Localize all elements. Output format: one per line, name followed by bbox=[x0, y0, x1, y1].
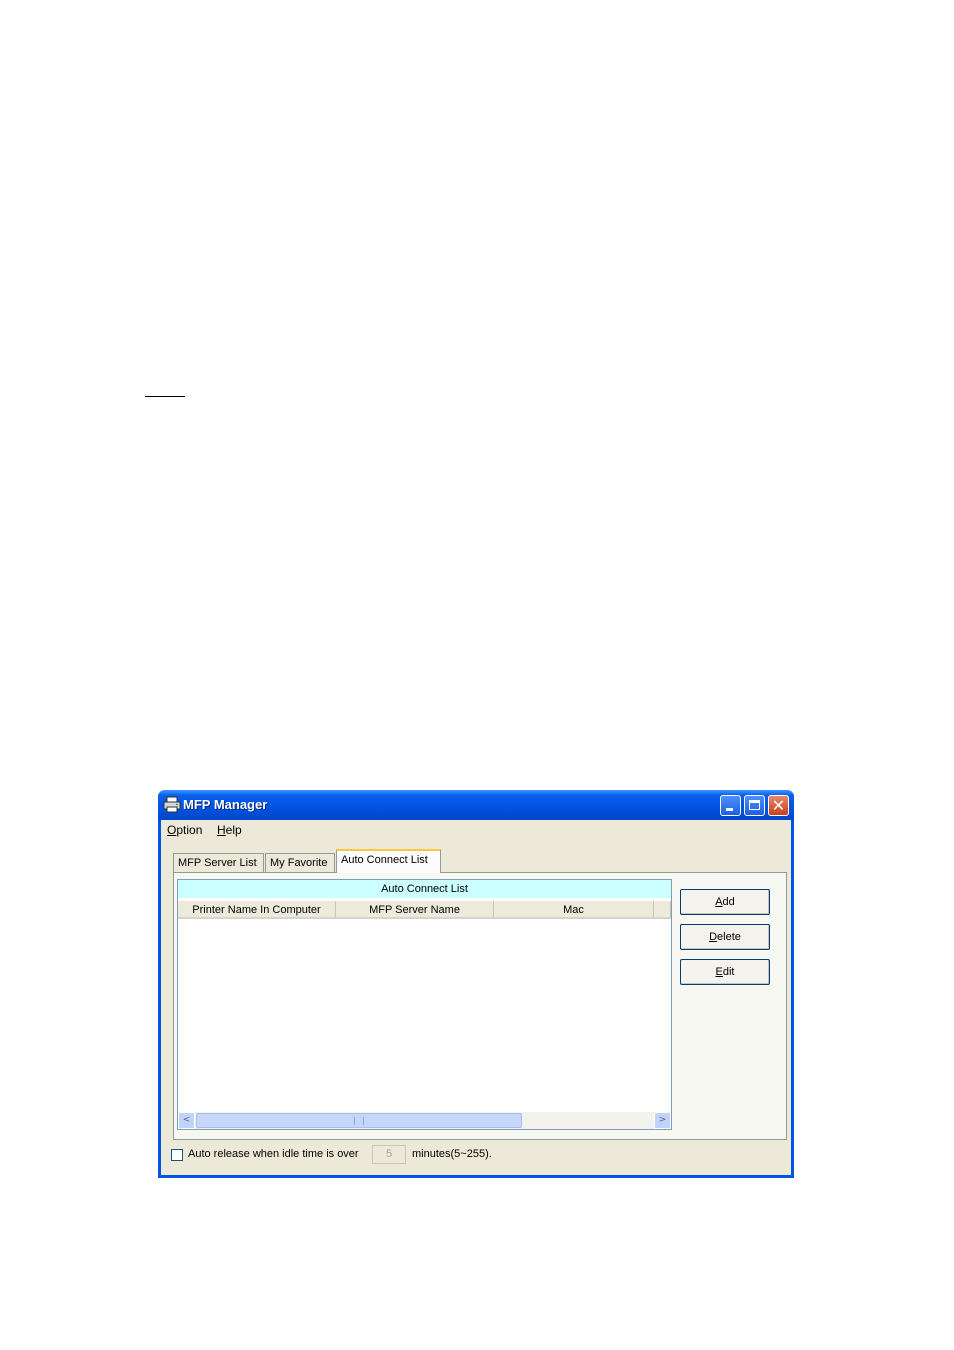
edit-button-accel: E bbox=[715, 966, 723, 978]
printer-icon bbox=[163, 796, 181, 813]
minimize-button[interactable] bbox=[720, 795, 741, 816]
delete-button[interactable]: Delete bbox=[680, 924, 770, 950]
scrollbar-thumb[interactable] bbox=[196, 1113, 522, 1128]
auto-release-label: Auto release when idle time is over bbox=[188, 1148, 359, 1160]
scroll-grip-icon bbox=[354, 1117, 364, 1125]
maximize-button[interactable] bbox=[744, 795, 765, 816]
edit-button[interactable]: Edit bbox=[680, 959, 770, 985]
column-header-printer-name[interactable]: Printer Name In Computer bbox=[178, 901, 336, 919]
window-title: MFP Manager bbox=[183, 797, 268, 812]
column-header-extra[interactable] bbox=[654, 901, 671, 919]
add-button-label: dd bbox=[722, 896, 735, 908]
menu-option-label: ption bbox=[176, 823, 203, 837]
scroll-right-icon[interactable]: > bbox=[654, 1112, 671, 1129]
maximize-icon bbox=[749, 800, 760, 810]
delete-button-accel: D bbox=[709, 931, 718, 943]
list-caption: Auto Connect List bbox=[178, 880, 671, 898]
title-bar[interactable]: MFP Manager ✕ bbox=[158, 790, 794, 820]
column-header-mfp-server-name[interactable]: MFP Server Name bbox=[336, 901, 494, 919]
close-icon: ✕ bbox=[771, 796, 786, 815]
menu-bar: Option Help bbox=[161, 820, 791, 840]
note-underline bbox=[145, 396, 185, 397]
minutes-range-label: minutes(5~255). bbox=[412, 1148, 492, 1160]
scroll-left-icon[interactable]: < bbox=[178, 1112, 195, 1129]
menu-option-accel: O bbox=[167, 823, 177, 837]
tab-auto-connect-list[interactable]: Auto Connect List bbox=[336, 849, 441, 873]
auto-connect-listview[interactable]: Auto Connect List Printer Name In Comput… bbox=[177, 879, 672, 1130]
menu-help[interactable]: Help bbox=[217, 823, 242, 837]
edit-button-label: dit bbox=[722, 966, 735, 978]
tab-my-favorite[interactable]: My Favorite bbox=[265, 853, 335, 872]
add-button-accel: A bbox=[715, 896, 723, 908]
menu-help-label: elp bbox=[225, 823, 242, 837]
window-client-area: Option Help MFP Server List My Favorite … bbox=[161, 820, 791, 1175]
tab-mfp-server-list[interactable]: MFP Server List bbox=[173, 853, 264, 872]
idle-minutes-field[interactable]: 5 bbox=[372, 1145, 406, 1164]
menu-option[interactable]: Option bbox=[167, 823, 202, 837]
auto-release-checkbox[interactable] bbox=[171, 1149, 183, 1161]
menu-help-accel: H bbox=[217, 823, 226, 837]
minimize-icon bbox=[726, 808, 733, 811]
column-header-mac[interactable]: Mac bbox=[494, 901, 654, 919]
horizontal-scrollbar[interactable]: < > bbox=[178, 1112, 671, 1129]
close-button[interactable]: ✕ bbox=[768, 795, 789, 816]
delete-button-label: elete bbox=[717, 931, 741, 943]
add-button[interactable]: Add bbox=[680, 889, 770, 915]
mfp-manager-window: MFP Manager ✕ Option Help MFP Server Lis… bbox=[158, 790, 794, 1178]
